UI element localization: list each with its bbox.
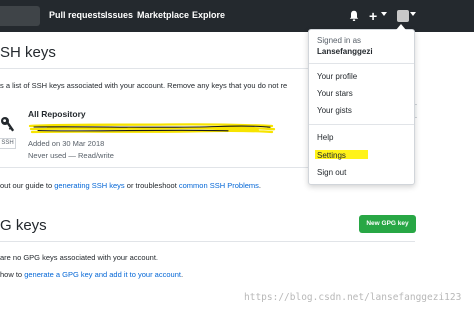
avatar[interactable] (397, 10, 409, 22)
menu-divider (309, 63, 414, 64)
menu-item-sign-out[interactable]: Sign out (317, 168, 346, 177)
key-icon (0, 116, 16, 134)
generate-gpg-key-link[interactable]: generate a GPG key and add it to your ac… (24, 270, 181, 279)
ssh-guide-text: out our guide to generating SSH keys or … (0, 181, 261, 190)
nav-issues[interactable]: Issues (105, 10, 133, 20)
search-input[interactable] (0, 6, 40, 26)
menu-item-your-stars[interactable]: Your stars (317, 89, 353, 98)
nav-marketplace[interactable]: Marketplace (137, 10, 189, 20)
key-usage: Never used — Read/write (28, 151, 114, 160)
nav-explore[interactable]: Explore (192, 10, 225, 20)
signed-in-label: Signed in as (317, 36, 362, 45)
ssh-description: s a list of SSH keys associated with you… (0, 81, 288, 90)
key-added-date: Added on 30 Mar 2018 (28, 139, 105, 148)
gpg-empty-text: are no GPG keys associated with your acc… (0, 253, 158, 262)
ssh-badge: SSH (0, 138, 16, 149)
key-title: All Repository (28, 109, 86, 119)
nav-pull-requests[interactable]: Pull requests (49, 10, 106, 20)
ssh-keys-heading: SH keys (0, 44, 56, 61)
new-gpg-key-button[interactable]: New GPG key (359, 215, 416, 233)
dropdown-pointer (396, 24, 406, 30)
gpg-howto-text: how to generate a GPG key and add it to … (0, 270, 183, 279)
chevron-down-icon[interactable] (381, 12, 387, 16)
menu-item-your-profile[interactable]: Your profile (317, 72, 357, 81)
menu-item-settings[interactable]: Settings (317, 151, 346, 160)
plus-icon[interactable]: + (369, 9, 377, 23)
howto-suffix: . (180, 270, 184, 279)
menu-item-your-gists[interactable]: Your gists (317, 106, 352, 115)
menu-divider (309, 124, 414, 125)
gpg-keys-heading: G keys (0, 217, 47, 234)
menu-item-help[interactable]: Help (317, 133, 333, 142)
common-ssh-problems-link[interactable]: common SSH Problems (179, 181, 259, 190)
username: Lansefanggezi (317, 47, 373, 56)
chevron-down-icon[interactable] (410, 12, 416, 16)
generating-ssh-keys-link[interactable]: generating SSH keys (54, 181, 124, 190)
howto-prefix: how to (0, 270, 25, 279)
guide-prefix: out our guide to (0, 181, 55, 190)
heading-divider (0, 241, 415, 242)
guide-suffix: . (258, 181, 262, 190)
watermark: https://blog.csdn.net/lansefanggezi123 (244, 292, 462, 303)
fingerprint-redaction-scribble (28, 122, 278, 134)
guide-middle: or troubleshoot (124, 181, 179, 190)
bell-icon[interactable] (349, 10, 359, 25)
